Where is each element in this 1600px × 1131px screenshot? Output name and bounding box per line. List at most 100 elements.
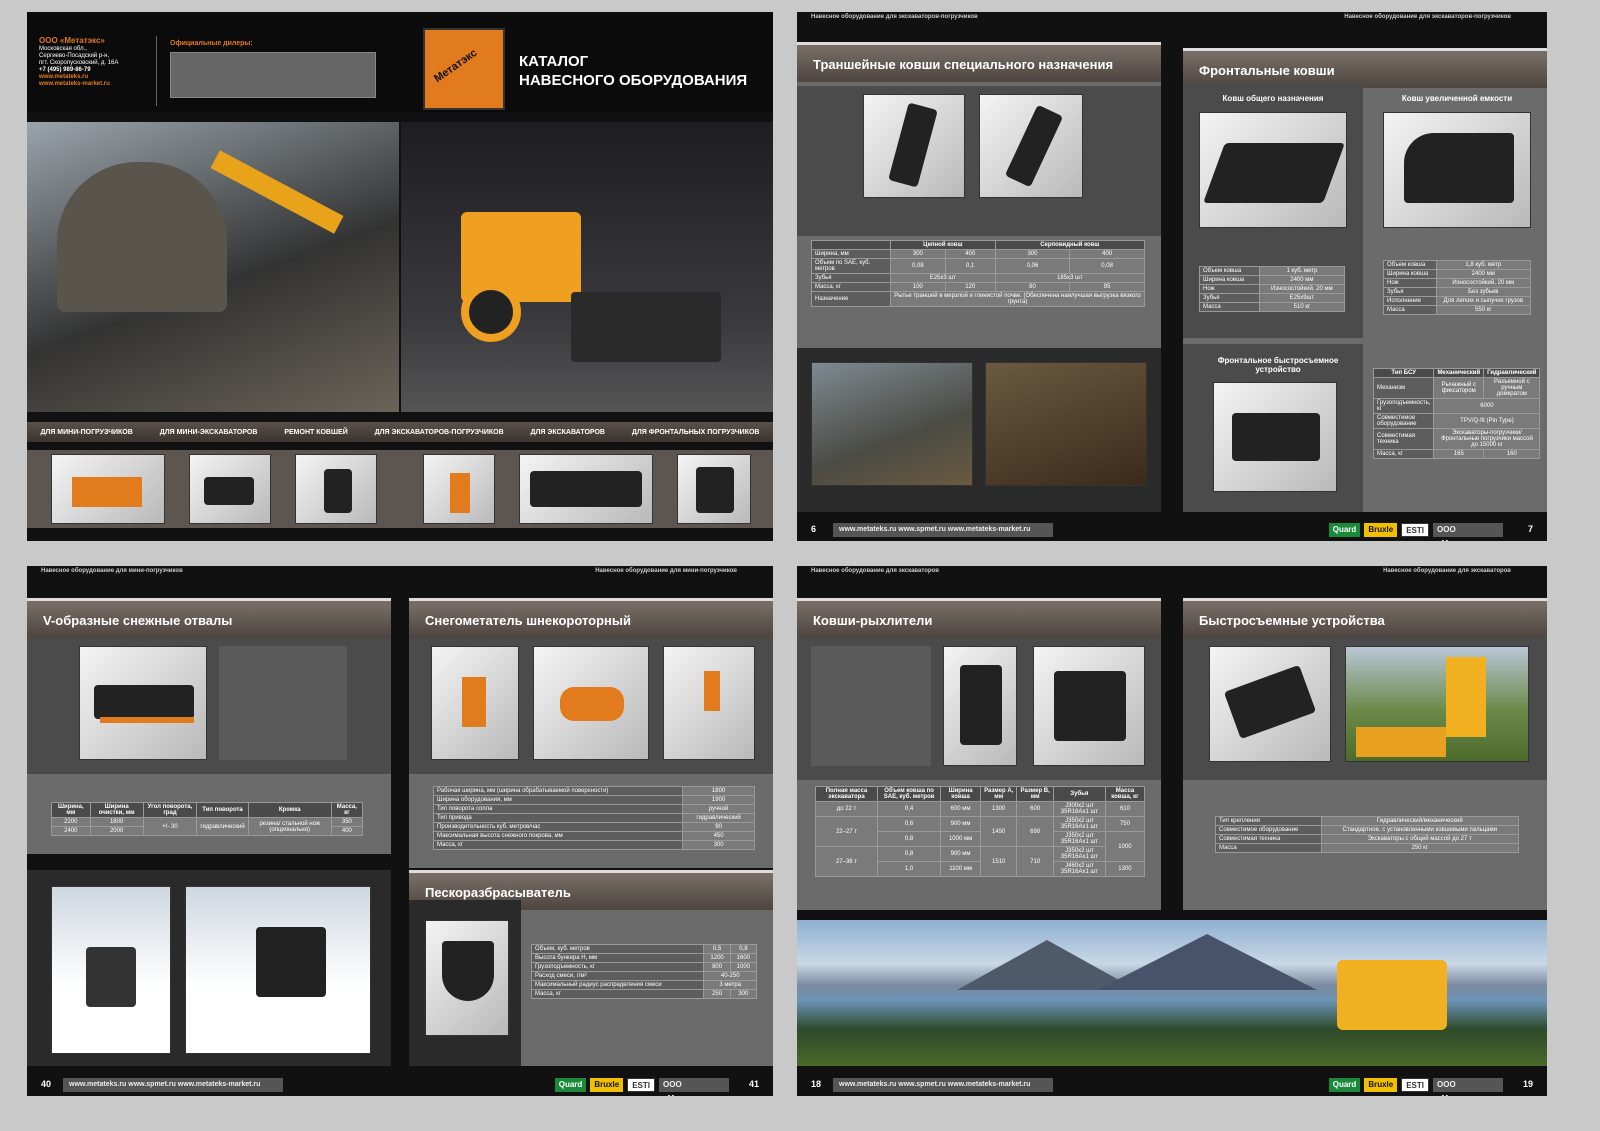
cell: 1600 [729, 953, 758, 963]
col-header: Зубья [1052, 786, 1106, 802]
nav-item-backhoe-loaders[interactable]: ДЛЯ ЭКСКАВАТОРОВ-ПОГРУЗЧИКОВ [375, 429, 504, 436]
cell: Масса [1199, 302, 1260, 312]
coupler-photo [1345, 646, 1529, 762]
esti-logo: ESTI [1401, 523, 1429, 537]
cell: 750 [1104, 816, 1146, 832]
product-thumb-bucket[interactable] [51, 454, 165, 524]
cell: гидравлический [196, 817, 249, 836]
footer: 40 www.metateks.ru www.spmet.ru www.meta… [27, 1074, 773, 1096]
footer-links[interactable]: www.metateks.ru www.spmet.ru www.metatek… [833, 523, 1053, 537]
section-label: Навесное оборудование для экскаваторов-п… [1344, 14, 1511, 20]
cell: 0,8 [876, 831, 942, 847]
spreader-image [425, 920, 509, 1036]
esti-logo: ESTI [1401, 1078, 1429, 1092]
quick-coupler-table: Тип БСУ Механический Гидравлический Механи… [1372, 368, 1541, 459]
cell: 120 [944, 282, 996, 292]
table-row: Масса, кг 300 [432, 840, 755, 850]
logo-text: Метатэкс [432, 46, 480, 86]
ripper-table: Полная масса экскаватора Объем ковша по S… [815, 786, 1146, 877]
product-thumb-ripper[interactable] [295, 454, 377, 524]
section-label: Навесное оборудование для экскаваторов-п… [811, 14, 978, 20]
table-row: Высота бункера Н, мм 1200 1600 [530, 953, 758, 963]
col-header: Гидравлический [1483, 368, 1541, 378]
col-header: Угол поворота, град [142, 802, 198, 818]
cell: 0,5 [703, 944, 731, 954]
col-header: Ширина, мм [51, 802, 91, 818]
excavator-arm [1446, 657, 1486, 737]
footer-links[interactable]: www.metateks.ru www.spmet.ru www.metatek… [63, 1078, 283, 1092]
cell: J300x2 шт 35R16Ax1 шт [1052, 801, 1106, 817]
site-link[interactable]: www.metateks-market.ru [39, 81, 156, 88]
col-header: Цепной ковш [889, 240, 996, 250]
cell: Грузоподъемность, кг [1372, 398, 1435, 414]
col-header: Полная масса экскаватора [815, 786, 878, 802]
cell: 300 [729, 989, 758, 999]
cell: 1000 [729, 962, 758, 972]
cell: J350x2 шт 35R16Ax1 шт [1052, 816, 1106, 832]
nav-item-bucket-repair[interactable]: РЕМОНТ КОВШЕЙ [284, 429, 347, 436]
cell: Нож [1199, 284, 1260, 294]
table-row: Масса 550 кг [1383, 305, 1532, 315]
cell: Износостойкий, 20 мм [1435, 278, 1532, 288]
loader-shape [86, 947, 136, 1007]
snow-loader-photo [51, 886, 171, 1054]
product-thumb-dozer[interactable] [189, 454, 271, 524]
cell: Механизм [1372, 377, 1435, 399]
blower-image-2 [533, 646, 649, 760]
cell: Совместимая техника [1215, 834, 1322, 844]
table-row: 22–27 т 0,6 900 мм 1450 690 J350x2 шт 35R16Ax… [815, 816, 1146, 847]
cell: Объем ковша [1199, 266, 1260, 276]
table-row: 2200 1800 +/- 30 гидравлический резина/ стал… [51, 817, 364, 836]
cell: гидравлический [682, 813, 755, 823]
footer-links[interactable]: www.metateks.ru www.spmet.ru www.metatek… [833, 1078, 1053, 1092]
page-number: 19 [1522, 1079, 1533, 1089]
cell: 510 кг [1258, 302, 1346, 312]
cell: E25x9шт [1258, 293, 1346, 303]
thumb-shape [72, 477, 142, 507]
cell: Экскаваторы-погрузчики/ Фронтальные погр… [1433, 428, 1541, 450]
trench-panel: Траншейные ковши специального назначения… [797, 42, 1161, 512]
cell: Ширина ковша [1383, 269, 1437, 279]
landscape-panorama [797, 920, 1547, 1066]
cell: 90 [682, 822, 755, 832]
cell: 350 [330, 817, 364, 827]
table-row: Ширина ковша 2400 мм [1199, 275, 1346, 285]
cell: E25x3 шт [889, 273, 996, 283]
cell: Ширина оборудования, мм [432, 795, 684, 805]
mountain-shape [1097, 934, 1317, 990]
nav-item-mini-excavators[interactable]: ДЛЯ МИНИ-ЭКСКАВАТОРОВ [160, 429, 258, 436]
product-thumb-trench[interactable] [423, 454, 495, 524]
large-bucket-image [1383, 112, 1531, 228]
v-plow-image [79, 646, 207, 760]
bucket-shape [888, 102, 938, 188]
cell: 300 [682, 840, 755, 850]
table-row: Совместимая техника Экскаваторы-погрузчик… [1372, 428, 1541, 450]
cell: Ширина, мм [811, 249, 891, 259]
cell: Масса, кг [811, 282, 891, 292]
cell: Объем, куб. метров [530, 944, 705, 954]
cell: 900 мм [940, 846, 981, 862]
col-header: Размер А, мм [979, 786, 1018, 802]
cell: Совместимая техника [1372, 428, 1435, 450]
cell: 95 [1069, 282, 1145, 292]
excavator-arm [210, 150, 344, 234]
nav-item-mini-loaders[interactable]: ДЛЯ МИНИ-ПОГРУЗЧИКОВ [40, 429, 132, 436]
snow-plow-photo [185, 886, 371, 1054]
cell: Максимальный радиус распределения смеси [530, 980, 705, 990]
product-thumb-grading[interactable] [519, 454, 653, 524]
cell: TPV/Q-fit (Pin Type) [1433, 413, 1541, 429]
front-bucket-panel: Фронтальные ковши Ковш общего назначения… [1183, 48, 1547, 512]
v-plow-drawing [219, 646, 347, 760]
nav-item-front-loaders[interactable]: ДЛЯ ФРОНТАЛЬНЫХ ПОГРУЗЧИКОВ [632, 429, 760, 436]
nav-item-excavators[interactable]: ДЛЯ ЭКСКАВАТОРОВ [531, 429, 605, 436]
cell: Исполнение [1383, 296, 1437, 306]
product-thumb-dig-bucket[interactable] [677, 454, 751, 524]
site-link[interactable]: www.metateks.ru [39, 74, 156, 81]
vehicle-shape [256, 927, 326, 997]
cell: 1900 [682, 795, 755, 805]
hero-image-excavator [27, 122, 399, 412]
cell: 1100 мм [940, 861, 981, 877]
cell: 1 куб. метр [1258, 266, 1346, 276]
bucket-shape [1404, 133, 1514, 203]
cell: 1300 [1104, 861, 1146, 877]
